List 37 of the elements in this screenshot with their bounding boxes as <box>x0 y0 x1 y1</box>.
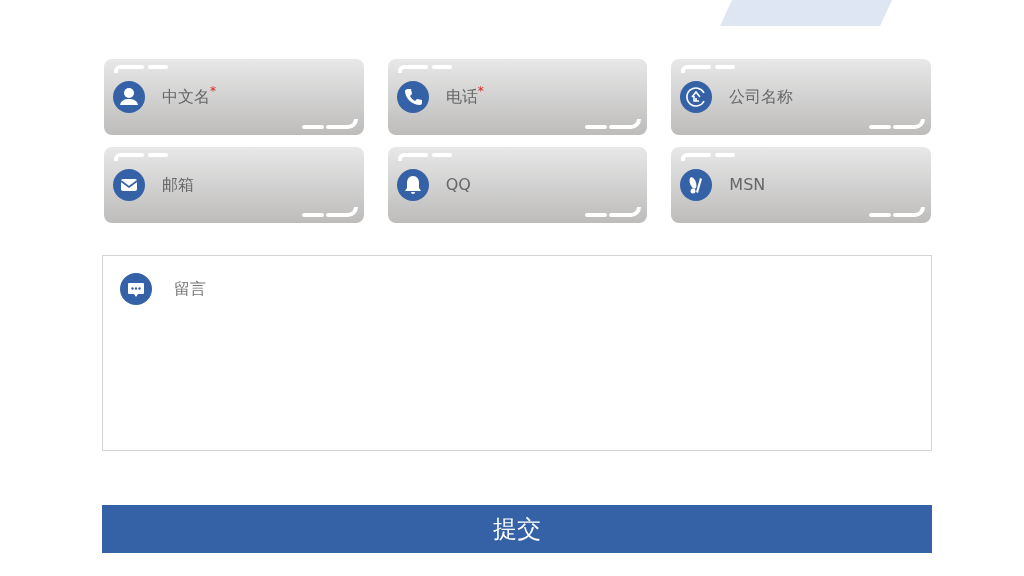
msn-icon <box>680 169 713 201</box>
corner-decoration-icon <box>397 153 452 161</box>
corner-decoration-icon <box>585 119 642 129</box>
corner-decoration-icon <box>114 65 168 73</box>
corner-decoration-icon <box>585 207 642 217</box>
phone-icon <box>396 81 429 113</box>
mail-icon <box>113 169 145 201</box>
required-mark: * <box>210 85 216 97</box>
field-placeholder: 电话 <box>445 87 478 108</box>
corner-decoration-icon <box>114 153 168 161</box>
required-mark: * <box>477 85 484 97</box>
corner-decoration-icon <box>301 119 358 129</box>
person-icon <box>113 81 145 113</box>
chat-icon <box>120 273 152 305</box>
corner-decoration-icon <box>681 65 736 73</box>
input-field[interactable]: 公司名称 <box>671 59 931 135</box>
corner-decoration-icon <box>869 119 925 129</box>
input-field[interactable]: 电话* <box>387 59 648 135</box>
banner-shape-icon <box>720 0 892 26</box>
input-field[interactable]: QQ <box>387 147 648 223</box>
field-placeholder: 公司名称 <box>729 86 794 108</box>
field-placeholder: 中文名 <box>162 87 210 108</box>
field-placeholder: MSN <box>729 174 766 196</box>
corner-decoration-icon <box>869 207 925 217</box>
field-placeholder: QQ <box>445 174 471 196</box>
corner-decoration-icon <box>397 65 452 73</box>
submit-button[interactable]: 提交 <box>102 505 932 553</box>
message-field[interactable]: 留言 <box>102 255 932 451</box>
field-placeholder: 邮箱 <box>162 174 194 196</box>
message-placeholder: 留言 <box>174 278 206 300</box>
corner-decoration-icon <box>301 207 358 217</box>
corner-decoration-icon <box>681 153 736 161</box>
company-icon <box>680 81 713 113</box>
input-field[interactable]: 中文名* <box>104 59 364 135</box>
bell-icon <box>396 169 429 201</box>
input-field[interactable]: MSN <box>671 147 931 223</box>
input-field[interactable]: 邮箱 <box>104 147 364 223</box>
